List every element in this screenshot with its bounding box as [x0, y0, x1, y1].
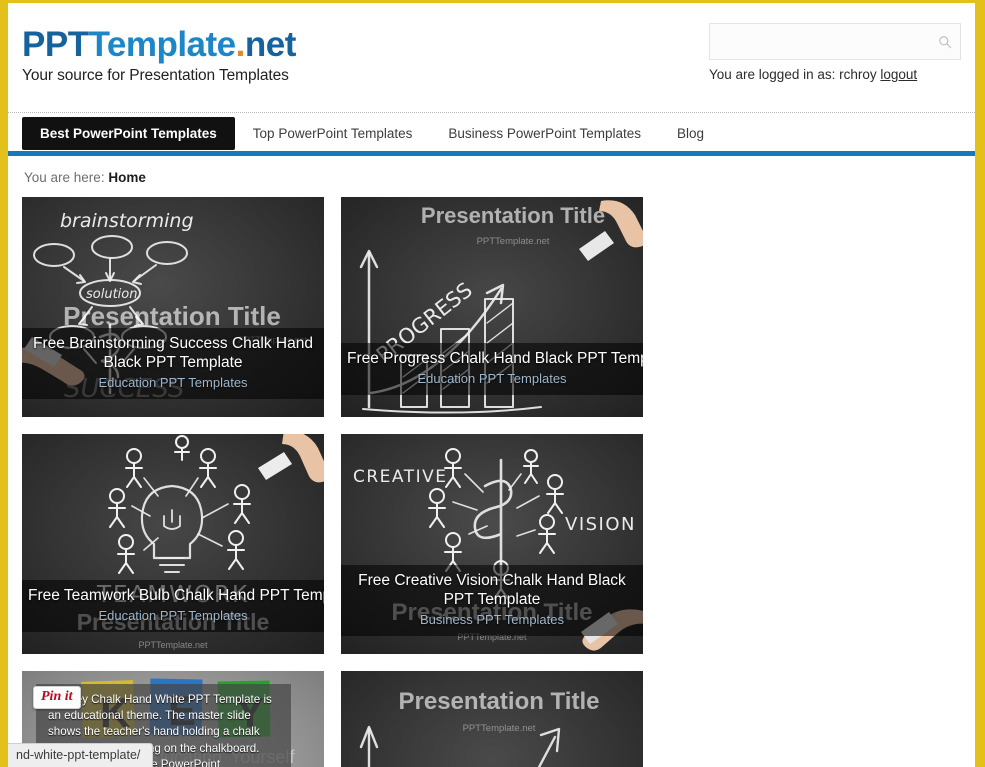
card-caption: Free Brainstorming Success Chalk Hand Bl… — [22, 328, 324, 399]
breadcrumb-prefix: You are here: — [24, 170, 105, 185]
site-logo[interactable]: PPTTemplate.net — [22, 25, 297, 64]
login-status: You are logged in as: rchroy logout — [709, 67, 961, 82]
template-card-teamwork-bulb[interactable]: TEAMWORK Presentation Title PPTTemplate.… — [22, 434, 324, 654]
logo-part-template: Template — [88, 25, 237, 64]
logged-in-label: You are logged in as: rchroy — [709, 67, 877, 82]
page-root: PPTTemplate.net Your source for Presenta… — [0, 0, 985, 767]
logout-link[interactable]: logout — [880, 67, 917, 82]
svg-text:VISION: VISION — [565, 514, 636, 535]
card-category[interactable]: Education PPT Templates — [347, 371, 637, 386]
svg-text:PPTTemplate.net: PPTTemplate.net — [138, 640, 208, 650]
card-caption: Free Progress Chalk Hand Black PPT Templ… — [341, 343, 643, 395]
breadcrumb-current[interactable]: Home — [108, 170, 146, 185]
svg-text:PPTTemplate.net: PPTTemplate.net — [477, 236, 550, 247]
search-icon[interactable] — [938, 35, 952, 49]
card-category[interactable]: Business PPT Templates — [347, 612, 637, 627]
search-input[interactable] — [710, 24, 960, 59]
card-title[interactable]: Free Brainstorming Success Chalk Hand Bl… — [28, 335, 318, 373]
svg-text:brainstorming: brainstorming — [60, 210, 194, 232]
browser-status-bar-url: nd-white-ppt-template/ — [8, 743, 154, 767]
nav-item-best-powerpoint-templates[interactable]: Best PowerPoint Templates — [22, 117, 235, 150]
svg-text:Presentation Title: Presentation Title — [399, 688, 600, 715]
search-box[interactable] — [709, 23, 961, 60]
site-header: PPTTemplate.net Your source for Presenta… — [8, 3, 975, 113]
svg-text:PPTTemplate.net: PPTTemplate.net — [463, 723, 536, 734]
card-caption: Free Teamwork Bulb Chalk Hand PPT Templa… — [22, 580, 324, 632]
main-navigation: Best PowerPoint Templates Top PowerPoint… — [8, 113, 975, 156]
chalkboard-empty-graph-art: Presentation Title PPTTemplate.net — [341, 671, 643, 767]
site-brand[interactable]: PPTTemplate.net Your source for Presenta… — [22, 25, 297, 85]
card-title[interactable]: Free Progress Chalk Hand Black PPT Templ… — [347, 350, 643, 369]
template-card-progress[interactable]: Presentation Title PPTTemplate.net PROGR… — [341, 197, 643, 417]
svg-text:Presentation Title: Presentation Title — [63, 301, 281, 331]
card-category[interactable]: Education PPT Templates — [28, 608, 318, 623]
logo-part-dot: . — [235, 25, 246, 64]
card-caption: Free Creative Vision Chalk Hand Black PP… — [341, 565, 643, 636]
nav-item-blog[interactable]: Blog — [659, 117, 722, 150]
pin-it-button[interactable]: Pin it — [33, 686, 81, 709]
svg-text:solution: solution — [86, 287, 137, 302]
template-card-empty-graph[interactable]: Presentation Title PPTTemplate.net Free … — [341, 671, 643, 767]
site-tagline: Your source for Presentation Templates — [22, 66, 289, 84]
nav-item-top-powerpoint-templates[interactable]: Top PowerPoint Templates — [235, 117, 431, 150]
svg-text:Presentation Title: Presentation Title — [421, 203, 605, 228]
card-title[interactable]: Free Teamwork Bulb Chalk Hand PPT Templa… — [28, 587, 324, 606]
logo-part-ppt: PPT — [22, 25, 89, 64]
template-card-brainstorming-success[interactable]: brainstorming solution SUC — [22, 197, 324, 417]
nav-list: Best PowerPoint Templates Top PowerPoint… — [22, 113, 975, 151]
template-card-creative-vision[interactable]: CREATIVE VISION Presentation Title — [341, 434, 643, 654]
card-title[interactable]: Free Creative Vision Chalk Hand Black PP… — [347, 572, 637, 610]
nav-item-business-powerpoint-templates[interactable]: Business PowerPoint Templates — [430, 117, 659, 150]
logo-part-net: net — [244, 25, 297, 64]
card-category[interactable]: Education PPT Templates — [28, 375, 318, 390]
breadcrumb: You are here: Home — [8, 156, 975, 197]
svg-text:CREATIVE: CREATIVE — [353, 467, 448, 487]
template-grid: brainstorming solution SUC — [8, 197, 975, 767]
template-thumbnail: Presentation Title PPTTemplate.net — [341, 671, 643, 767]
header-right-region: You are logged in as: rchroy logout — [709, 23, 961, 82]
